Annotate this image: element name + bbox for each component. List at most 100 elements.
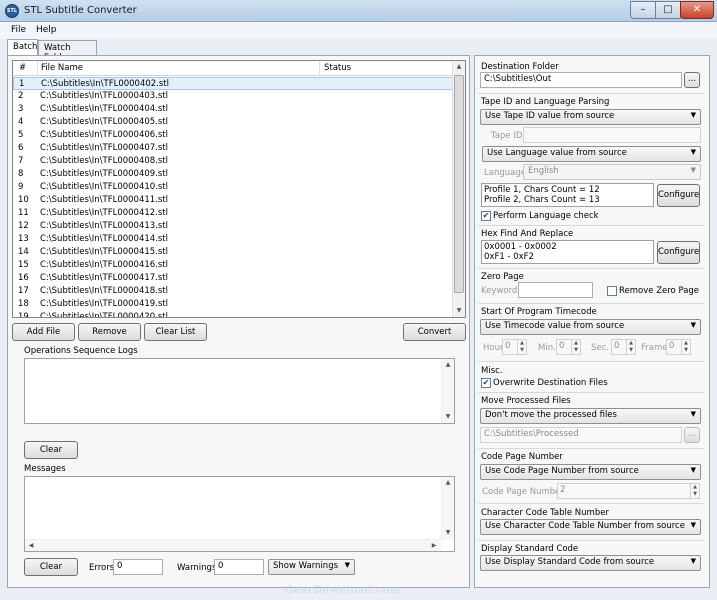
tape-id-source-select[interactable]: Use Tape ID value from source ▼ [480,109,701,125]
language-check-checkbox[interactable]: ✔ [481,211,491,221]
watermark-logo: GearDownload.com [285,585,401,596]
table-row[interactable]: 19 C:\Subtitles\In\TFL0000420.stl [13,311,453,317]
clear-messages-button[interactable]: Clear [24,558,78,576]
display-std-select[interactable]: Use Display Standard Code from source ▼ [480,555,701,571]
messages-vscrollbar[interactable]: ▲ ▼ [441,477,454,540]
scroll-down-arrow-icon[interactable]: ▼ [442,411,454,423]
messages-area[interactable]: ▲ ▼ ◀ ▶ [24,476,455,552]
language-profiles-list[interactable]: Profile 1, Chars Count = 12 Profile 2, C… [481,183,654,207]
scroll-up-arrow-icon[interactable]: ▲ [453,61,465,73]
table-row[interactable]: 10 C:\Subtitles\In\TFL0000411.stl [13,194,453,207]
column-file-name[interactable]: File Name [41,63,83,73]
table-row[interactable]: 14 C:\Subtitles\In\TFL0000415.stl [13,246,453,259]
char-table-select[interactable]: Use Character Code Table Number from sou… [480,519,701,535]
table-row[interactable]: 9 C:\Subtitles\In\TFL0000410.stl [13,181,453,194]
row-file-name: C:\Subtitles\In\TFL0000405.stl [40,117,169,127]
timecode-source-value: Use Timecode value from source [485,321,625,331]
row-number: 13 [18,234,29,244]
minimize-button[interactable]: – [630,1,656,19]
hour-label: Hour [483,343,504,353]
timecode-source-select[interactable]: Use Timecode value from source ▼ [480,319,701,335]
table-row[interactable]: 11 C:\Subtitles\In\TFL0000412.stl [13,207,453,220]
profile-item[interactable]: Profile 2, Chars Count = 13 [484,195,651,205]
table-row[interactable]: 13 C:\Subtitles\In\TFL0000414.stl [13,233,453,246]
move-files-label: Move Processed Files [481,396,571,406]
table-row[interactable]: 5 C:\Subtitles\In\TFL0000406.stl [13,129,453,142]
second-spinner[interactable]: 0 ▲ ▼ [611,339,636,355]
table-row[interactable]: 15 C:\Subtitles\In\TFL0000416.stl [13,259,453,272]
convert-button[interactable]: Convert [403,323,466,341]
scroll-left-arrow-icon[interactable]: ◀ [25,540,37,552]
ops-log-area[interactable]: ▲ ▼ [24,358,455,424]
language-select[interactable]: English ▼ [523,164,701,180]
spin-arrows-icon[interactable]: ▲ ▼ [571,340,580,354]
scroll-down-arrow-icon[interactable]: ▼ [453,305,465,317]
spin-arrows-icon[interactable]: ▲ ▼ [626,340,635,354]
hour-spinner[interactable]: 0 ▲ ▼ [502,339,527,355]
tab-batch[interactable]: Batch [7,39,38,55]
table-row[interactable]: 18 C:\Subtitles\In\TFL0000419.stl [13,298,453,311]
list-scrollbar[interactable]: ▲ ▼ [452,61,465,317]
messages-hscrollbar[interactable]: ◀ ▶ [25,539,441,551]
add-file-button[interactable]: Add File [12,323,75,341]
scroll-down-arrow-icon[interactable]: ▼ [442,527,454,539]
table-row[interactable]: 7 C:\Subtitles\In\TFL0000408.stl [13,155,453,168]
row-number: 11 [18,208,29,218]
column-status[interactable]: Status [324,63,351,73]
table-row[interactable]: 1 C:\Subtitles\In\TFL0000402.stl [13,77,453,90]
spin-arrows-icon[interactable]: ▲ ▼ [517,340,526,354]
minute-spinner[interactable]: 0 ▲ ▼ [556,339,581,355]
ops-log-scrollbar[interactable]: ▲ ▼ [441,359,454,423]
destination-browse-button[interactable]: ... [684,72,700,88]
tab-watch-folder[interactable]: Watch Folder [38,40,97,63]
column-number[interactable]: # [19,63,26,73]
message-filter-select[interactable]: Show Warnings ▼ [268,559,355,575]
code-page-number-spinner[interactable]: 2 ▲ ▼ [557,483,700,499]
tape-section-label: Tape ID and Language Parsing [481,97,610,107]
file-list[interactable]: # File Name Status 1 C:\Subtitles\In\TFL0… [12,60,466,318]
hex-replace-list[interactable]: 0x0001 - 0x0002 0xF1 - 0xF2 [481,240,654,264]
remove-zero-page-checkbox[interactable] [607,286,617,296]
spin-arrows-icon[interactable]: ▲ ▼ [690,484,699,498]
menu-help[interactable]: Help [36,25,57,35]
configure-profiles-button[interactable]: Configure [657,184,700,207]
tape-id-field[interactable] [523,127,701,143]
hex-item[interactable]: 0xF1 - 0xF2 [484,252,651,262]
table-row[interactable]: 16 C:\Subtitles\In\TFL0000417.stl [13,272,453,285]
processed-folder-field[interactable]: C:\Subtitles\Processed [480,427,682,443]
row-number: 8 [18,169,24,179]
move-files-select[interactable]: Don't move the processed files ▼ [480,408,701,424]
scroll-up-arrow-icon[interactable]: ▲ [442,477,454,489]
hex-item[interactable]: 0x0001 - 0x0002 [484,242,651,252]
remove-button[interactable]: Remove [78,323,141,341]
row-file-name: C:\Subtitles\In\TFL0000408.stl [40,156,169,166]
table-row[interactable]: 3 C:\Subtitles\In\TFL0000404.stl [13,103,453,116]
table-row[interactable]: 8 C:\Subtitles\In\TFL0000409.stl [13,168,453,181]
close-button[interactable]: ✕ [680,1,714,19]
table-row[interactable]: 17 C:\Subtitles\In\TFL0000418.stl [13,285,453,298]
configure-hex-button[interactable]: Configure [657,241,700,264]
table-row[interactable]: 12 C:\Subtitles\In\TFL0000413.stl [13,220,453,233]
section-divider [478,392,704,393]
destination-folder-field[interactable]: C:\Subtitles\Out [480,72,682,88]
scroll-up-arrow-icon[interactable]: ▲ [442,359,454,371]
scroll-right-arrow-icon[interactable]: ▶ [428,540,440,552]
code-page-source-select[interactable]: Use Code Page Number from source ▼ [480,464,701,480]
clear-log-button[interactable]: Clear [24,441,78,459]
processed-browse-button[interactable]: ... [684,427,700,443]
warnings-label: Warnings [177,563,217,573]
spin-arrows-icon[interactable]: ▲ ▼ [681,340,690,354]
language-source-select[interactable]: Use Language value from source ▼ [482,146,701,162]
menu-file[interactable]: File [11,25,26,35]
keyword-label: Keyword [481,286,518,296]
keyword-field[interactable] [518,282,593,298]
scroll-thumb[interactable] [454,75,464,293]
overwrite-checkbox[interactable]: ✔ [481,378,491,388]
table-row[interactable]: 2 C:\Subtitles\In\TFL0000403.stl [13,90,453,103]
table-row[interactable]: 4 C:\Subtitles\In\TFL0000405.stl [13,116,453,129]
table-row[interactable]: 6 C:\Subtitles\In\TFL0000407.stl [13,142,453,155]
frame-spinner[interactable]: 0 ▲ ▼ [666,339,691,355]
profile-item[interactable]: Profile 1, Chars Count = 12 [484,185,651,195]
maximize-button[interactable]: □ [655,1,681,19]
clear-list-button[interactable]: Clear List [144,323,207,341]
